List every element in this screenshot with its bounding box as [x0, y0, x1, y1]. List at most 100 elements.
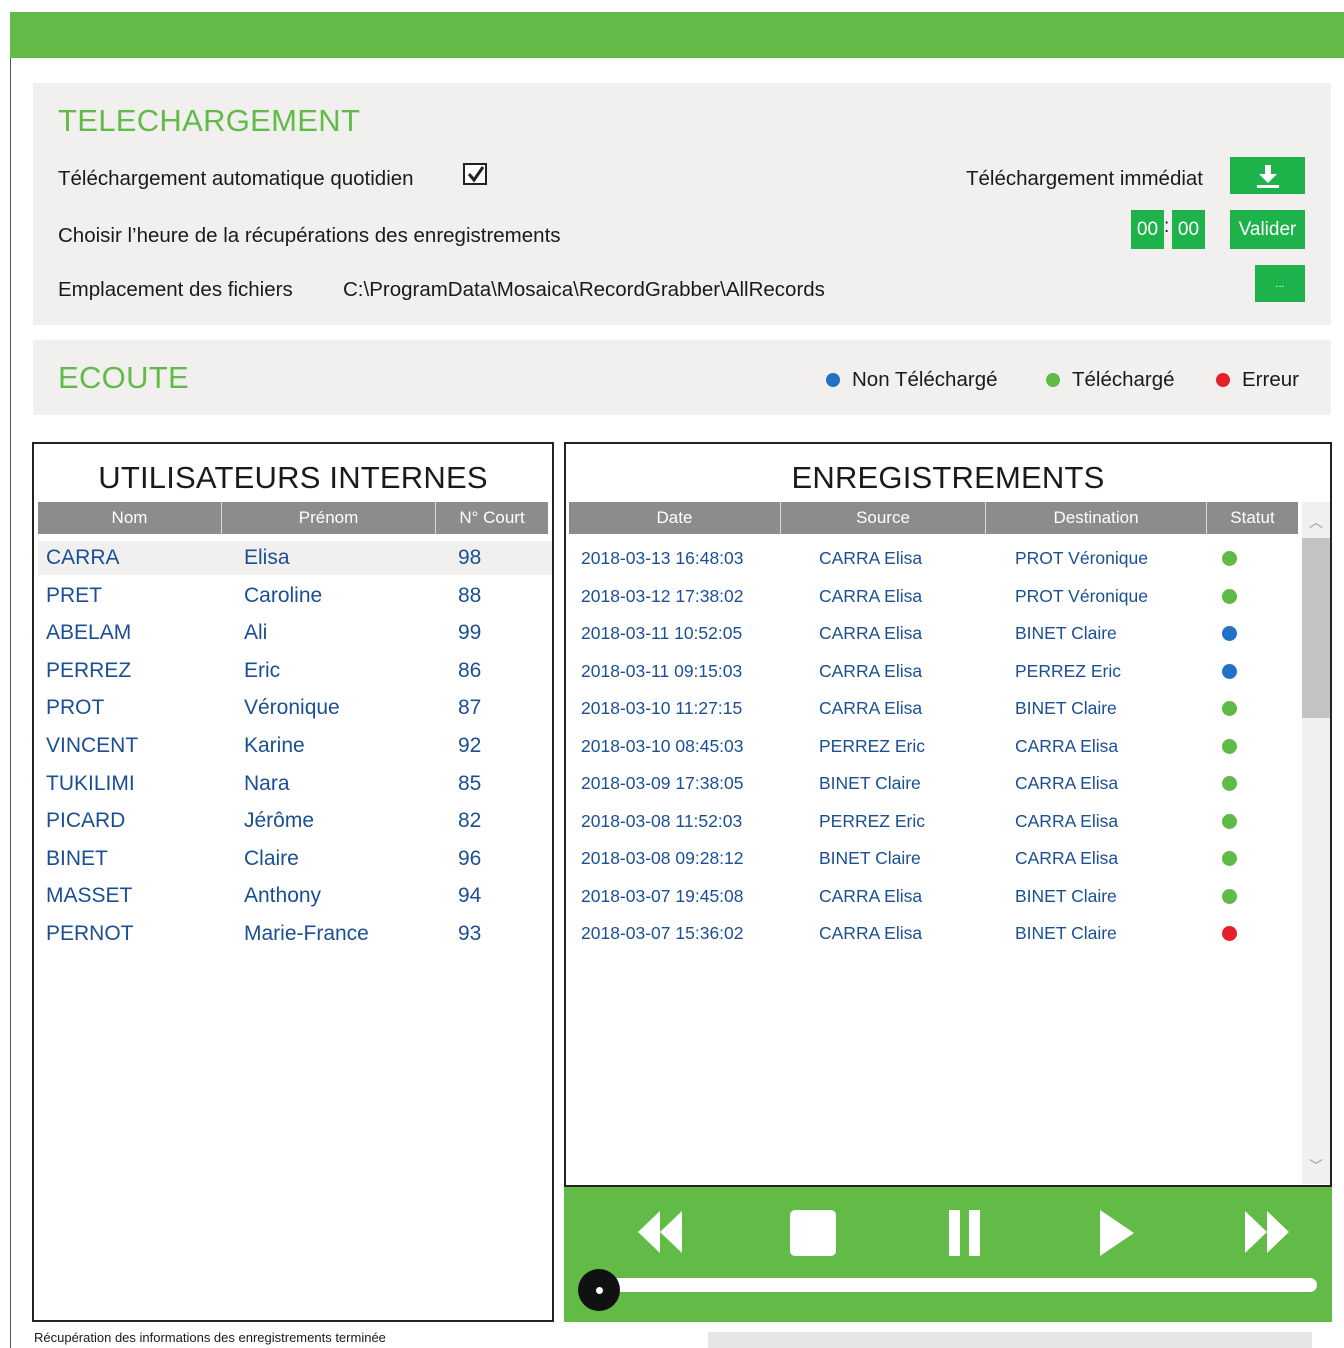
- rewind-button[interactable]: [636, 1209, 686, 1260]
- user-nom: TUKILIMI: [46, 771, 135, 795]
- chevron-up-icon[interactable]: ︿: [1309, 512, 1323, 532]
- scrollbar-thumb[interactable]: [1302, 538, 1330, 718]
- user-court: 93: [458, 922, 482, 945]
- recording-row[interactable]: 2018-03-09 17:38:05 BINET Claire CARRA Eli…: [570, 766, 1296, 800]
- chevron-down-icon[interactable]: ﹀: [1309, 1156, 1323, 1176]
- pause-button[interactable]: [948, 1209, 982, 1262]
- recording-row[interactable]: 2018-03-13 16:48:03 CARRA Elisa PROT Véron…: [570, 541, 1296, 575]
- user-prenom: Véronique: [244, 696, 340, 720]
- recording-date: 2018-03-09 17:38:05: [581, 773, 744, 793]
- audio-player: [564, 1187, 1332, 1322]
- checkmark-icon: [467, 166, 485, 183]
- column-header-status[interactable]: Statut: [1207, 502, 1298, 534]
- pause-icon: [949, 1210, 980, 1256]
- user-court: 92: [458, 734, 482, 757]
- recording-row[interactable]: 2018-03-11 09:15:03 CARRA Elisa PERREZ Eri…: [570, 654, 1296, 688]
- recording-row[interactable]: 2018-03-08 11:52:03 PERREZ Eric CARRA Elis…: [570, 804, 1296, 838]
- column-header-destination[interactable]: Destination: [986, 502, 1207, 534]
- stop-button[interactable]: [789, 1209, 837, 1262]
- listen-title: ECOUTE: [58, 360, 189, 395]
- recording-destination: BINET Claire: [1015, 923, 1117, 943]
- user-prenom: Claire: [244, 846, 299, 870]
- recording-destination: CARRA Elisa: [1015, 773, 1119, 793]
- status-dot-icon: [1222, 776, 1237, 791]
- user-nom: BINET: [46, 846, 108, 870]
- user-row[interactable]: BINET Claire 96: [38, 842, 552, 876]
- time-separator: :: [1164, 216, 1170, 237]
- recording-date: 2018-03-10 11:27:15: [581, 698, 743, 718]
- download-title: TELECHARGEMENT: [58, 103, 361, 138]
- status-dot-icon: [1222, 926, 1237, 941]
- column-header-court[interactable]: N° Court: [436, 502, 548, 534]
- recording-source: PERREZ Eric: [819, 810, 925, 831]
- location-label: Emplacement des fichiers: [58, 278, 293, 301]
- status-progress-bar: [708, 1332, 1312, 1348]
- column-header-prenom[interactable]: Prénom: [222, 502, 436, 534]
- recording-date: 2018-03-08 09:28:12: [581, 848, 744, 868]
- user-row[interactable]: PRET Caroline 88: [38, 579, 552, 613]
- user-court: 94: [458, 884, 482, 908]
- recording-date: 2018-03-11 10:52:05: [581, 623, 743, 643]
- validate-button[interactable]: Valider: [1230, 210, 1305, 249]
- recording-row[interactable]: 2018-03-08 09:28:12 BINET Claire CARRA Eli…: [570, 841, 1296, 875]
- user-court: 88: [458, 583, 482, 607]
- status-dot-icon: [1222, 851, 1237, 866]
- user-nom: MASSET: [46, 884, 133, 908]
- users-title: UTILISATEURS INTERNES: [98, 460, 488, 495]
- status-dot-icon: [1222, 813, 1237, 829]
- download-now-button[interactable]: [1230, 157, 1305, 194]
- user-row[interactable]: PICARD Jérôme 82: [38, 804, 552, 838]
- user-row[interactable]: MASSET Anthony 94: [38, 879, 552, 913]
- minutes-input[interactable]: 00: [1172, 210, 1205, 249]
- user-row[interactable]: TUKILIMI Nara 85: [38, 767, 552, 801]
- green-dot-icon: [1046, 373, 1060, 387]
- user-row[interactable]: ABELAM Ali 99: [38, 616, 552, 650]
- user-row[interactable]: PERREZ Eric 86: [38, 654, 552, 688]
- recordings-scrollbar[interactable]: ︿ ﹀: [1302, 502, 1330, 1184]
- fast-forward-button[interactable]: [1243, 1209, 1293, 1260]
- recording-date: 2018-03-07 15:36:02: [581, 923, 744, 943]
- user-row[interactable]: VINCENT Karine 92: [38, 729, 552, 763]
- user-row[interactable]: CARRA Elisa 98: [38, 541, 552, 575]
- column-header-source[interactable]: Source: [781, 502, 986, 534]
- rewind-icon: [638, 1211, 682, 1253]
- recording-date: 2018-03-08 11:52:03: [581, 810, 743, 831]
- recording-source: CARRA Elisa: [819, 585, 923, 606]
- recording-row[interactable]: 2018-03-10 11:27:15 CARRA Elisa BINET Clai…: [570, 691, 1296, 725]
- top-bar: [10, 12, 1344, 58]
- recording-row[interactable]: 2018-03-12 17:38:02 CARRA Elisa PROT Véron…: [570, 579, 1296, 613]
- user-court: 87: [458, 696, 482, 720]
- progress-track[interactable]: [594, 1278, 1317, 1292]
- recordings-title: ENREGISTREMENTS: [791, 460, 1105, 495]
- recording-source: PERREZ Eric: [819, 735, 925, 756]
- recording-destination: BINET Claire: [1015, 623, 1117, 643]
- recording-date: 2018-03-07 19:45:08: [581, 885, 744, 906]
- time-label: Choisir l’heure de la récupérations des …: [58, 224, 561, 247]
- user-prenom: Eric: [244, 658, 281, 682]
- user-row[interactable]: PERNOT Marie-France 93: [38, 917, 552, 951]
- user-nom: PERNOT: [46, 922, 134, 945]
- recording-destination: CARRA Elisa: [1015, 810, 1119, 831]
- status-dot-icon: [1222, 663, 1237, 679]
- recording-source: CARRA Elisa: [819, 923, 923, 943]
- browse-button[interactable]: ...: [1255, 265, 1305, 302]
- play-button[interactable]: [1099, 1209, 1135, 1262]
- column-header-nom[interactable]: Nom: [38, 502, 222, 534]
- column-header-date[interactable]: Date: [569, 502, 781, 534]
- user-nom: CARRA: [46, 546, 120, 569]
- auto-download-checkbox[interactable]: [463, 163, 487, 185]
- recording-source: CARRA Elisa: [819, 698, 923, 718]
- recording-date: 2018-03-10 08:45:03: [581, 735, 744, 756]
- progress-handle[interactable]: [578, 1269, 620, 1311]
- recording-destination: BINET Claire: [1015, 698, 1117, 718]
- recording-row[interactable]: 2018-03-07 19:45:08 CARRA Elisa BINET Clai…: [570, 879, 1296, 913]
- recording-row[interactable]: 2018-03-11 10:52:05 CARRA Elisa BINET Clai…: [570, 616, 1296, 650]
- recording-row[interactable]: 2018-03-07 15:36:02 CARRA Elisa BINET Clai…: [570, 916, 1296, 950]
- stop-icon: [790, 1210, 836, 1256]
- user-row[interactable]: PROT Véronique 87: [38, 691, 552, 725]
- status-message: Récupération des informations des enregi…: [34, 1330, 386, 1345]
- hours-input[interactable]: 00: [1131, 210, 1164, 249]
- download-icon: [1256, 164, 1279, 188]
- recording-row[interactable]: 2018-03-10 08:45:03 PERREZ Eric CARRA Elis…: [570, 729, 1296, 763]
- user-prenom: Karine: [244, 734, 305, 757]
